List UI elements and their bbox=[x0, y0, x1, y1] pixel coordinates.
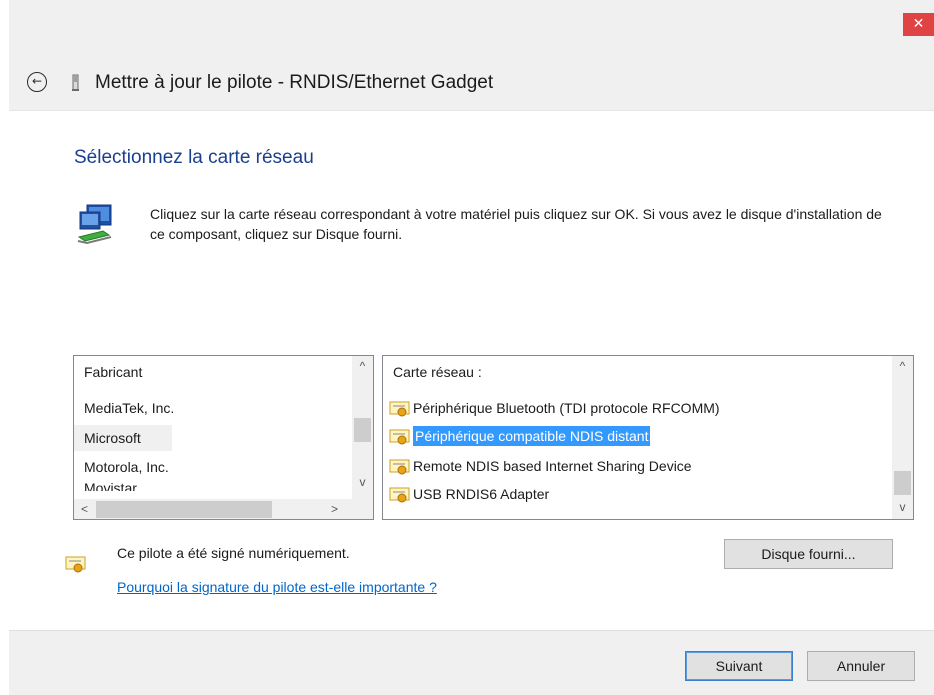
manufacturer-horizontal-scrollbar[interactable]: < > bbox=[74, 499, 352, 519]
scroll-right-arrow-icon[interactable]: > bbox=[324, 499, 345, 519]
back-button[interactable]: ← bbox=[27, 72, 47, 92]
wizard-content: Sélectionnez la carte réseau Cliquez sur… bbox=[9, 110, 934, 630]
list-item[interactable]: Movistar bbox=[74, 477, 344, 491]
back-arrow-icon: ← bbox=[31, 74, 43, 88]
instructions-text: Cliquez sur la carte réseau correspondan… bbox=[150, 206, 882, 242]
list-item[interactable]: Remote NDIS based Internet Sharing Devic… bbox=[389, 453, 692, 479]
manufacturer-vertical-scrollbar[interactable]: ^ v bbox=[352, 356, 373, 499]
manufacturer-listbox[interactable]: Fabricant MediaTek, Inc. Microsoft Motor… bbox=[73, 355, 374, 520]
window-title: Mettre à jour le pilote - RNDIS/Ethernet… bbox=[95, 72, 494, 93]
scrollbar-corner bbox=[352, 499, 373, 519]
scrollbar-thumb[interactable] bbox=[354, 418, 371, 442]
adapter-vertical-scrollbar[interactable]: ^ v bbox=[892, 356, 913, 519]
adapter-listbox[interactable]: Carte réseau : Périphérique Bluetooth (T… bbox=[382, 355, 914, 520]
scroll-up-arrow-icon[interactable]: ^ bbox=[892, 356, 913, 377]
cancel-button[interactable]: Annuler bbox=[807, 651, 915, 681]
title-bar: ← Mettre à jour le pilote - RNDIS/Ethern… bbox=[9, 58, 934, 110]
signature-info-link[interactable]: Pourquoi la signature du pilote est-elle… bbox=[117, 579, 437, 595]
scroll-left-arrow-icon[interactable]: < bbox=[74, 499, 95, 519]
scroll-down-arrow-icon[interactable]: v bbox=[892, 497, 913, 518]
list-item[interactable]: USB RNDIS6 Adapter bbox=[389, 481, 549, 507]
wizard-footer: Suivant Annuler bbox=[9, 630, 934, 695]
signature-status-text: Ce pilote a été signé numériquement. bbox=[117, 545, 350, 561]
scroll-down-arrow-icon[interactable]: v bbox=[352, 472, 373, 493]
certificate-icon bbox=[389, 401, 410, 417]
have-disk-button[interactable]: Disque fourni... bbox=[724, 539, 893, 569]
list-item-selected[interactable]: Microsoft bbox=[74, 425, 172, 451]
page-heading: Sélectionnez la carte réseau bbox=[74, 147, 314, 168]
next-button[interactable]: Suivant bbox=[685, 651, 793, 681]
list-item[interactable]: MediaTek, Inc. bbox=[74, 395, 344, 421]
list-item-selected[interactable]: Périphérique compatible NDIS distant bbox=[389, 423, 651, 449]
close-icon: ✕ bbox=[912, 16, 925, 32]
list-item[interactable]: Périphérique Bluetooth (TDI protocole RF… bbox=[389, 395, 720, 421]
adapter-list-header: Carte réseau : bbox=[393, 364, 482, 380]
scrollbar-thumb[interactable] bbox=[894, 471, 911, 495]
certificate-icon bbox=[389, 429, 410, 445]
network-adapter-icon bbox=[77, 204, 112, 245]
scrollbar-thumb[interactable] bbox=[96, 501, 272, 518]
window-edge bbox=[0, 0, 9, 695]
certificate-icon bbox=[389, 487, 410, 503]
close-button[interactable]: ✕ bbox=[903, 13, 934, 36]
manufacturer-list-header: Fabricant bbox=[84, 364, 143, 380]
scroll-up-arrow-icon[interactable]: ^ bbox=[352, 356, 373, 377]
certificate-icon bbox=[65, 556, 86, 573]
certificate-icon bbox=[389, 459, 410, 475]
driver-device-icon bbox=[72, 74, 79, 91]
